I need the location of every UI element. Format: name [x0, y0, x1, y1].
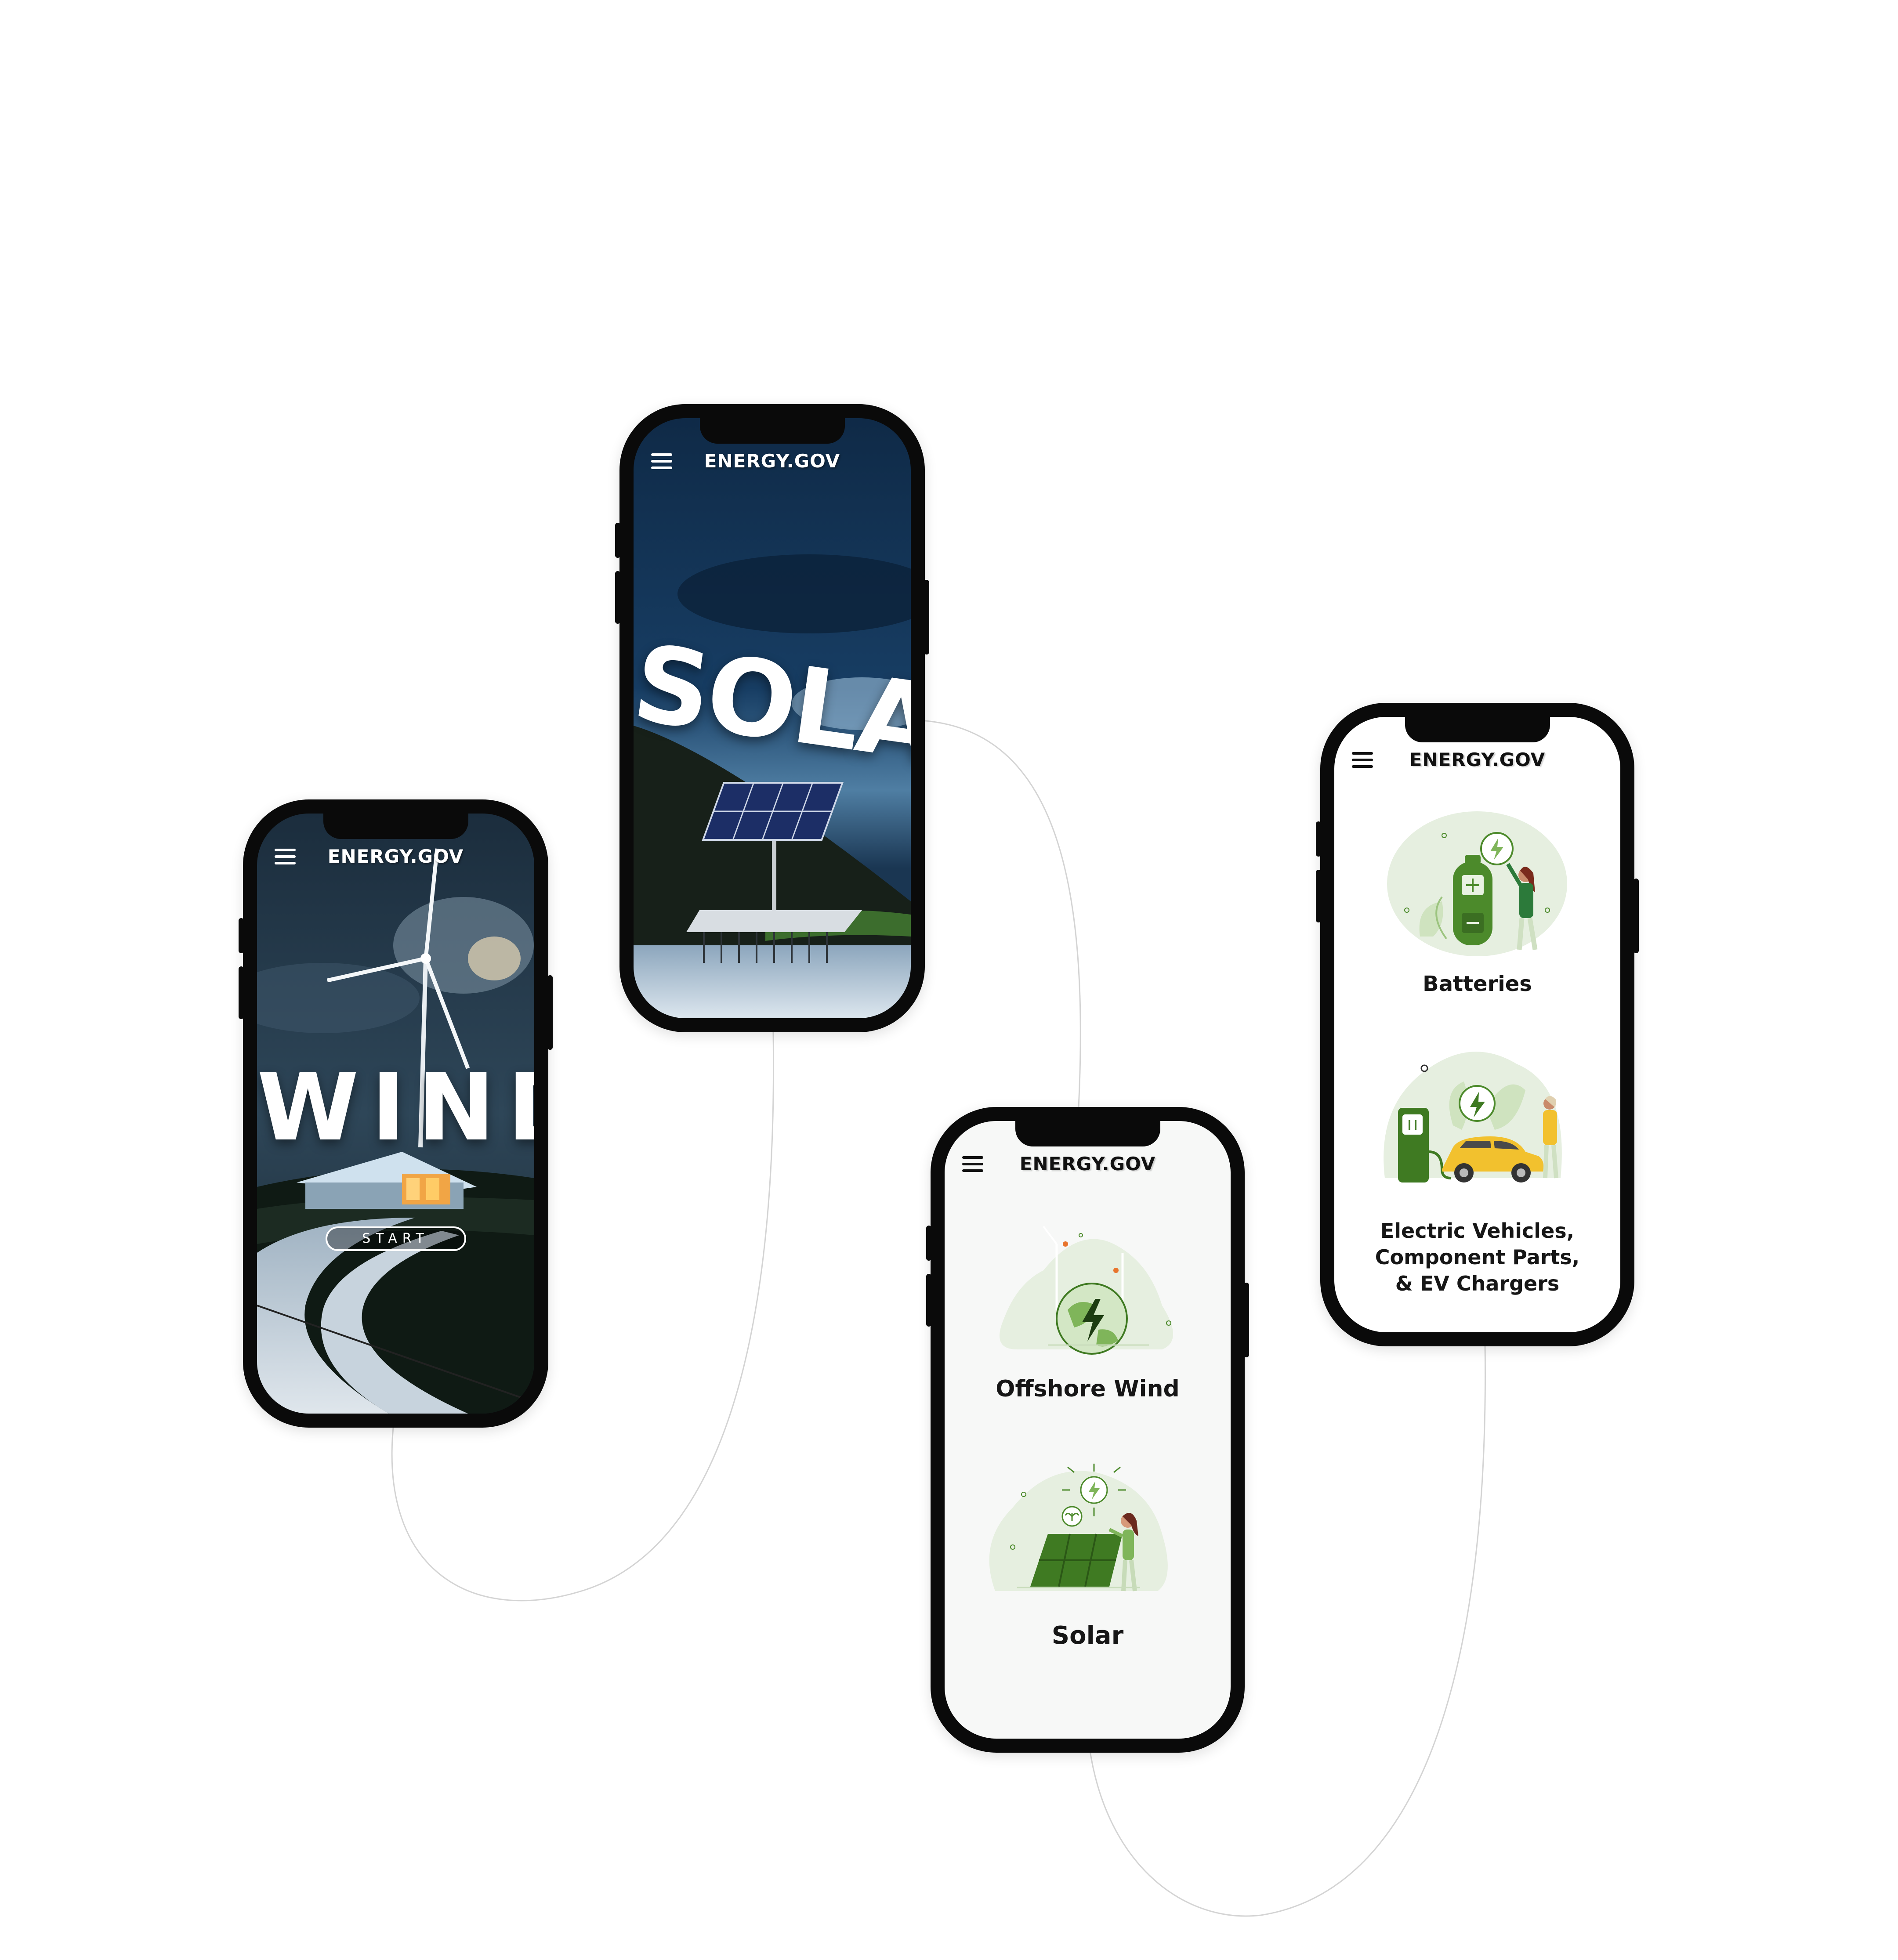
- brand-logo: ENERGY.GOV: [704, 450, 840, 472]
- category-label: Batteries: [1423, 972, 1532, 996]
- category-card-electric-vehicles[interactable]: Electric Vehicles, Component Parts, & EV…: [1334, 1038, 1620, 1301]
- phone-categories-b: ENERGY.GOV Batteries Electric Vehicles, …: [1316, 703, 1639, 1346]
- categories-a-topbar: ENERGY.GOV: [945, 1151, 1231, 1177]
- brand-logo: ENERGY.GOV: [327, 846, 464, 867]
- brand-logo: ENERGY.GOV: [1409, 749, 1546, 770]
- category-label: Offshore Wind: [996, 1376, 1180, 1402]
- solar-panel-icon: [989, 1464, 1168, 1591]
- categories-b-screen: ENERGY.GOV Batteries Electric Vehicles, …: [1334, 717, 1620, 1332]
- categories-b-topbar: ENERGY.GOV: [1334, 747, 1620, 773]
- solar-topbar: ENERGY.GOV: [634, 448, 911, 474]
- ev-label-line-1: Electric Vehicles,: [1380, 1219, 1575, 1243]
- phone-solar: ENERGY.GOV SOLAR: [615, 404, 929, 1032]
- ev-label-line-2: Component Parts,: [1375, 1245, 1580, 1269]
- category-card-batteries[interactable]: Batteries: [1334, 809, 1620, 998]
- category-card-offshore-wind[interactable]: Offshore Wind: [945, 1209, 1231, 1402]
- battery-icon: [1387, 811, 1567, 956]
- ev-label-line-3: & EV Chargers: [1395, 1272, 1560, 1295]
- wind-hero-title: WIND: [257, 1054, 534, 1161]
- category-card-solar[interactable]: Solar: [945, 1446, 1231, 1657]
- ev-charger-icon: [1384, 1052, 1562, 1183]
- category-label-ev: Electric Vehicles, Component Parts, & EV…: [1334, 1218, 1620, 1297]
- category-label: Solar: [1051, 1621, 1124, 1650]
- brand-logo: ENERGY.GOV: [1019, 1153, 1156, 1175]
- wind-screen: ENERGY.GOV WIND START: [257, 814, 534, 1414]
- phone-wind: ENERGY.GOV WIND START: [239, 799, 553, 1428]
- solar-screen: ENERGY.GOV SOLAR: [634, 418, 911, 1018]
- phone-categories-a: ENERGY.GOV Offshore Wind Solar: [926, 1107, 1249, 1753]
- categories-a-screen: ENERGY.GOV Offshore Wind Solar: [945, 1121, 1231, 1739]
- start-button[interactable]: START: [325, 1226, 466, 1251]
- wind-topbar: ENERGY.GOV: [257, 843, 534, 870]
- globe-lightning-icon: [1000, 1226, 1173, 1355]
